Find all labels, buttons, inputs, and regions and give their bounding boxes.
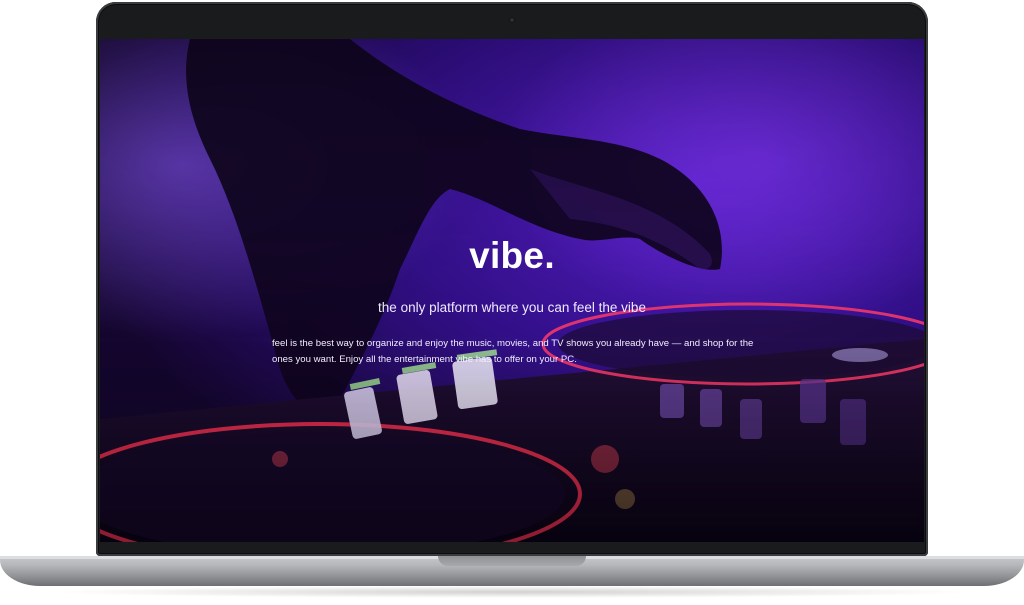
- hero-title: vibe.: [469, 235, 555, 276]
- laptop-screen: vibe. the only platform where you can fe…: [100, 39, 924, 542]
- hero-description: feel is the best way to organize and enj…: [272, 338, 754, 365]
- laptop-lid-notch: [438, 556, 586, 566]
- dj-background-image: [100, 39, 924, 542]
- laptop-shadow: [40, 586, 984, 598]
- hero-subtitle: the only platform where you can feel the…: [378, 300, 646, 315]
- laptop-mockup: vibe. the only platform where you can fe…: [0, 0, 1024, 605]
- webcam-icon: [509, 17, 515, 23]
